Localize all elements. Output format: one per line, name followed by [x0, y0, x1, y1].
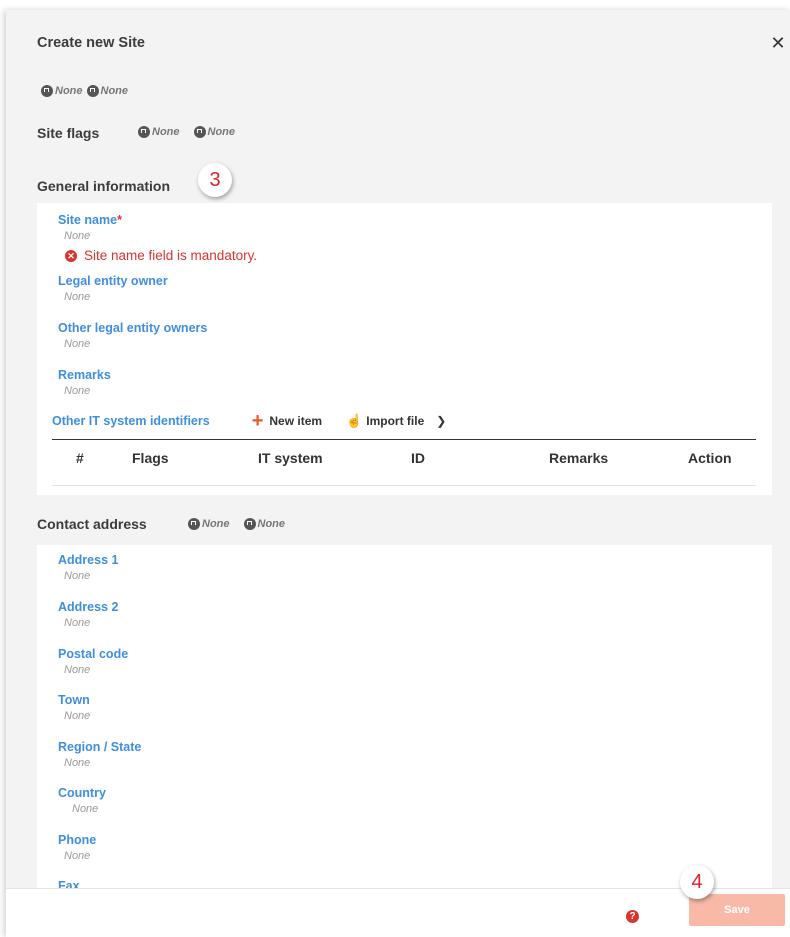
new-item-label: New item [269, 414, 323, 428]
field-value: None [64, 710, 91, 722]
column-header[interactable]: Action [688, 450, 732, 466]
hand-pointer-icon: ☝ [346, 413, 363, 428]
plus-icon: + [251, 410, 264, 432]
identifiers-toolbar: Other IT system identifiers + New item ☝… [52, 410, 446, 432]
remarks-field[interactable]: Remarks None [58, 368, 111, 397]
import-file-button[interactable]: ☝ Import file [346, 413, 424, 429]
error-icon: ✕ [65, 249, 77, 262]
contact-address-title: Contact address [37, 516, 147, 532]
flag-item[interactable]: None [188, 518, 230, 530]
field-value: None [64, 664, 91, 676]
field-value: None [64, 291, 91, 303]
identifiers-label: Other IT system identifiers [52, 414, 210, 428]
contact-flags: None None [188, 518, 285, 530]
field-value: None [64, 850, 91, 862]
flag-label: None [207, 126, 236, 138]
flag-item[interactable]: None [138, 126, 180, 138]
general-info-title: General information [37, 178, 171, 194]
column-header[interactable]: # [76, 450, 84, 466]
field-label: Phone [58, 833, 97, 847]
general-info-card: Site name* None ✕ Site name field is man… [37, 203, 772, 495]
town-field[interactable]: Town None [58, 693, 90, 722]
column-header[interactable]: Flags [132, 450, 169, 466]
close-icon[interactable]: ✕ [769, 34, 787, 52]
field-value: None [72, 803, 99, 815]
field-label: Remarks [58, 368, 111, 382]
help-icon[interactable]: ? [626, 910, 639, 923]
field-label: Town [58, 693, 90, 707]
site-flags: None None [138, 126, 235, 138]
flag-label: None [55, 85, 83, 97]
top-flags: None None [41, 85, 128, 97]
flag-icon [188, 518, 200, 530]
field-label: Address 1 [58, 553, 119, 567]
column-header[interactable]: Remarks [549, 450, 608, 466]
field-label: Country [58, 786, 106, 800]
save-button[interactable]: Save [689, 894, 785, 926]
dialog-footer: ? Save [6, 888, 790, 937]
flag-item[interactable]: None [193, 126, 236, 138]
field-label: Legal entity owner [58, 274, 168, 288]
postal-code-field[interactable]: Postal code None [58, 647, 128, 676]
import-file-label: Import file [366, 414, 425, 428]
chevron-down-icon[interactable]: ❯ [436, 414, 446, 428]
address-2-field[interactable]: Address 2 None [58, 600, 118, 629]
required-mark: * [117, 213, 122, 227]
phone-field[interactable]: Phone None [58, 833, 96, 862]
field-label: Address 2 [58, 600, 119, 614]
flag-label: None [100, 85, 129, 97]
field-label: Postal code [58, 647, 129, 661]
site-name-value: None [64, 230, 91, 242]
flag-label: None [202, 518, 230, 530]
flag-label: None [257, 518, 286, 530]
flag-item[interactable]: None [86, 85, 129, 97]
flag-icon [41, 85, 53, 97]
contact-address-card: Address 1 None Address 2 None Postal cod… [37, 545, 772, 893]
new-item-button[interactable]: + New item [251, 410, 323, 432]
site-name-error: ✕ Site name field is mandatory. [65, 248, 257, 263]
flag-item[interactable]: None [41, 85, 83, 97]
create-site-dialog: Create new Site ✕ None None Site flags N… [6, 10, 790, 937]
flag-icon [86, 85, 99, 97]
field-value: None [64, 570, 91, 582]
flag-icon [193, 126, 206, 138]
site-flags-label: Site flags [37, 125, 100, 141]
error-message: Site name field is mandatory. [84, 248, 258, 263]
column-header[interactable]: IT system [258, 450, 323, 466]
flag-icon [138, 126, 150, 138]
field-value: None [64, 385, 91, 397]
field-label: Other legal entity owners [58, 321, 208, 335]
legal-entity-owner-field[interactable]: Legal entity owner None [58, 274, 168, 303]
flag-label: None [152, 126, 180, 138]
field-value: None [64, 338, 91, 350]
country-field[interactable]: Country None [58, 786, 106, 815]
column-header[interactable]: ID [411, 450, 425, 466]
flag-item[interactable]: None [243, 518, 286, 530]
field-value: None [64, 757, 91, 769]
region-state-field[interactable]: Region / State None [58, 740, 141, 769]
site-name-field[interactable]: Site name* None [58, 213, 122, 242]
identifiers-table-header: # Flags IT system ID Remarks Action [52, 439, 756, 486]
address-1-field[interactable]: Address 1 None [58, 553, 118, 582]
step-callout-4: 4 [680, 865, 714, 899]
step-callout-3: 3 [198, 163, 232, 197]
site-name-label: Site name [58, 213, 118, 227]
field-value: None [64, 617, 91, 629]
field-label: Site name* [58, 213, 122, 227]
other-legal-entity-owners-field[interactable]: Other legal entity owners None [58, 321, 207, 350]
field-label: Region / State [58, 740, 142, 754]
dialog-title: Create new Site [37, 35, 145, 51]
flag-icon [243, 518, 256, 530]
